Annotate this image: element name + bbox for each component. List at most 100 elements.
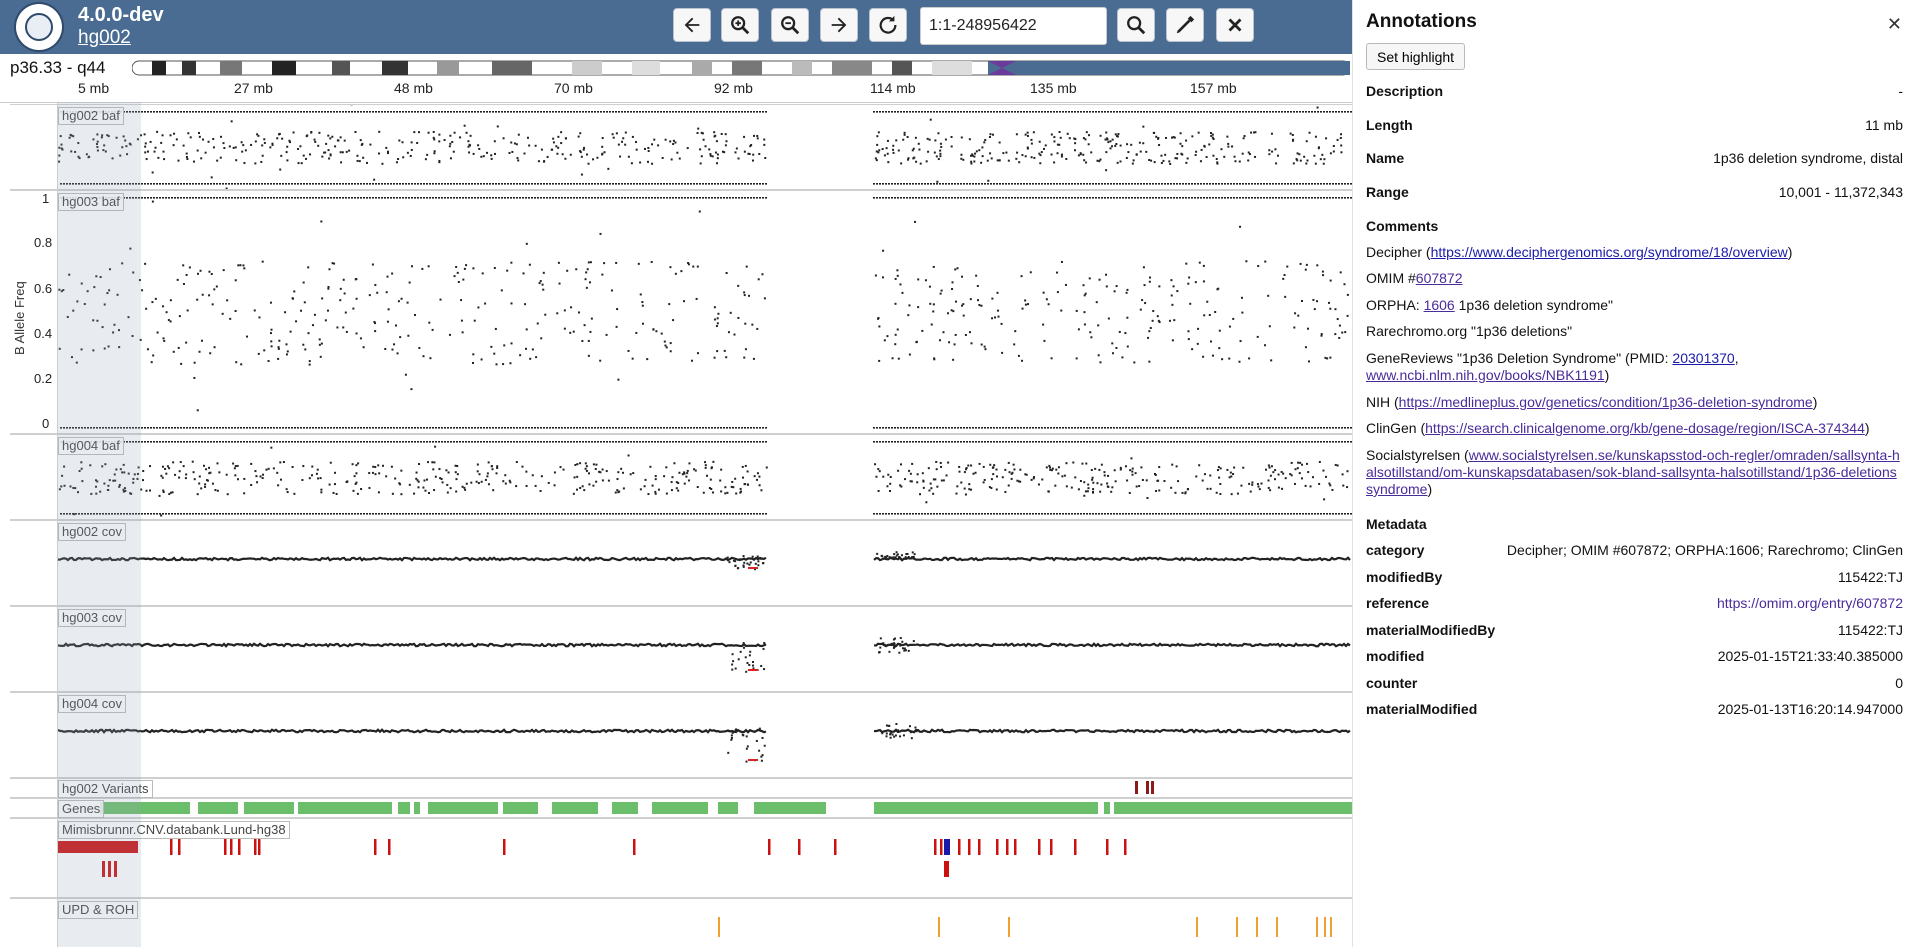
cnv-segment [996, 839, 999, 855]
baf-point [154, 151, 156, 153]
baf-point [1260, 483, 1262, 485]
genome-link[interactable]: hg002 [78, 27, 131, 49]
baf-point [600, 183, 602, 185]
baf-point [624, 441, 626, 443]
baf-point [70, 150, 72, 152]
cov-track-hg004[interactable]: hg004 cov [10, 692, 1352, 778]
cov-track-hg003[interactable]: hg003 cov [10, 606, 1352, 692]
decipher-link[interactable]: https://www.deciphergenomics.org/syndrom… [1431, 244, 1788, 260]
baf-point [312, 324, 314, 326]
pan-left-button[interactable] [673, 8, 711, 42]
baf-point [339, 299, 341, 301]
baf-point [549, 111, 551, 113]
baf-point [1074, 197, 1076, 199]
baf-point [522, 427, 524, 429]
baf-point [963, 111, 965, 113]
baf-point [615, 492, 617, 494]
region-input[interactable] [920, 7, 1107, 45]
baf-track-hg003[interactable]: hg003 baf [10, 190, 1352, 434]
baf-point [887, 153, 889, 155]
pan-right-button[interactable] [820, 8, 858, 42]
baf-point [255, 183, 257, 185]
baf-point [447, 513, 449, 515]
baf-point [531, 513, 533, 515]
baf-point [1224, 197, 1226, 199]
chromosome-ideogram[interactable] [132, 60, 1350, 76]
baf-point [111, 513, 113, 515]
baf-point [123, 464, 125, 466]
reset-button[interactable] [869, 8, 907, 42]
set-highlight-button[interactable]: Set highlight [1366, 43, 1465, 70]
cnv-databank-track[interactable]: Mimisbrunnr.CNV.databank.Lund-hg38 [10, 818, 1352, 898]
baf-point [875, 157, 877, 159]
baf-point [225, 111, 227, 113]
comment-socialstyrelsen: Socialstyrelsen (www.socialstyrelsen.se/… [1366, 447, 1903, 498]
baf-plot [58, 435, 1352, 519]
ncbi-link[interactable]: www.ncbi.nlm.nih.gov/books/NBK1191 [1366, 367, 1605, 383]
omim-link[interactable]: 607872 [1416, 270, 1463, 286]
baf-point [597, 513, 599, 515]
baf-point [1200, 427, 1202, 429]
variants-track[interactable]: hg002 Variants [10, 778, 1352, 798]
baf-point [1008, 197, 1010, 199]
zoom-out-button[interactable] [771, 8, 809, 42]
close-panel-icon[interactable]: ✕ [1887, 14, 1902, 35]
baf-point [934, 152, 936, 154]
search-button[interactable] [1117, 8, 1155, 42]
baf-point [534, 183, 536, 185]
baf-point [426, 479, 428, 481]
baf-point [1191, 513, 1193, 515]
baf-point [651, 427, 653, 429]
nih-link[interactable]: https://medlineplus.gov/genetics/conditi… [1399, 394, 1813, 410]
pmid-link[interactable]: 20301370 [1672, 350, 1734, 366]
zoom-in-button[interactable] [721, 8, 759, 42]
baf-point [708, 148, 710, 150]
genes-track[interactable]: Genes [10, 798, 1352, 818]
highlight-button[interactable] [1166, 8, 1204, 42]
upd-roh-track[interactable]: UPD & ROH [10, 898, 1352, 947]
baf-point [921, 197, 923, 199]
baf-point [61, 475, 63, 477]
cov-track-hg002[interactable]: hg002 cov [10, 520, 1352, 606]
baf-point [612, 441, 614, 443]
baf-point [1185, 427, 1187, 429]
reference-link[interactable]: https://omim.org/entry/607872 [1717, 595, 1903, 611]
baf-point [345, 513, 347, 515]
baf-point [288, 513, 290, 515]
baf-point [1290, 427, 1292, 429]
baf-point [336, 111, 338, 113]
baf-point [1014, 330, 1016, 332]
baf-point [1182, 183, 1184, 185]
baf-point [1341, 332, 1343, 334]
orpha-link[interactable]: 1606 [1424, 297, 1455, 313]
baf-point [261, 197, 263, 199]
baf-point [173, 133, 175, 135]
baf-point [411, 265, 413, 267]
baf-point [1185, 183, 1187, 185]
baf-point [651, 441, 653, 443]
baf-point [306, 427, 308, 429]
baf-point [687, 197, 689, 199]
baf-point [102, 427, 104, 429]
baf-point [741, 111, 743, 113]
baf-point [1053, 197, 1055, 199]
baf-point [1242, 467, 1244, 469]
baf-point [651, 183, 653, 185]
baf-point [547, 156, 549, 158]
baf-point [703, 492, 705, 494]
baf-track-hg002[interactable]: hg002 baf [10, 104, 1352, 190]
baf-point [252, 183, 254, 185]
baf-track-hg004[interactable]: hg004 baf [10, 434, 1352, 520]
baf-point [262, 155, 264, 157]
baf-point [672, 183, 674, 185]
baf-point [921, 111, 923, 113]
position-axis[interactable]: 5 mb 27 mb 48 mb 70 mb 92 mb 114 mb 135 … [0, 78, 1352, 103]
baf-point [897, 111, 899, 113]
baf-point [754, 475, 756, 477]
close-tracks-button[interactable] [1216, 8, 1254, 42]
baf-point [1224, 183, 1226, 185]
baf-point [363, 513, 365, 515]
baf-point [873, 427, 875, 429]
clingen-link[interactable]: https://search.clinicalgenome.org/kb/gen… [1425, 420, 1865, 436]
ideogram-band [220, 61, 242, 75]
